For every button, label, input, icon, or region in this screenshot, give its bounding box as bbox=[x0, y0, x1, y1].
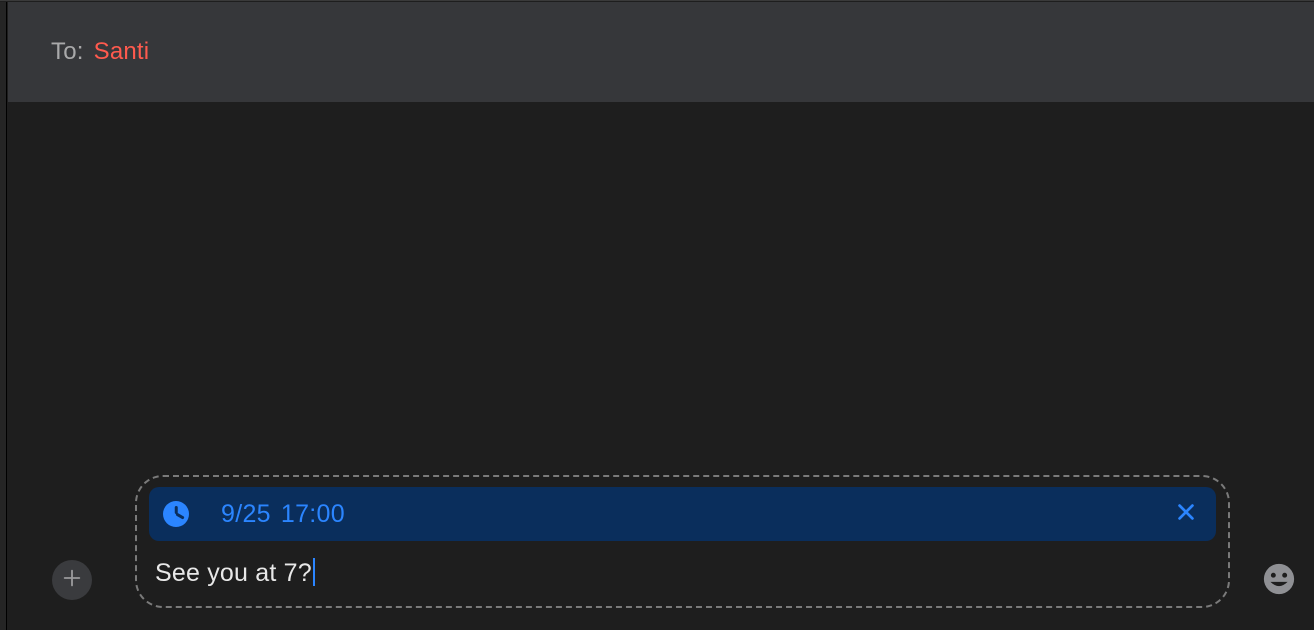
emoji-smile-icon bbox=[1262, 562, 1296, 601]
recipient-header: To: Santi bbox=[8, 2, 1314, 102]
compose-box[interactable]: 9/25 17:00 See you at 7? bbox=[135, 475, 1230, 608]
add-attachment-button[interactable] bbox=[52, 560, 92, 600]
clock-icon bbox=[163, 501, 189, 527]
plus-icon bbox=[61, 567, 83, 594]
schedule-date: 9/25 bbox=[221, 500, 271, 528]
schedule-datetime: 9/25 17:00 bbox=[221, 500, 345, 529]
recipient-name[interactable]: Santi bbox=[94, 38, 150, 66]
close-icon bbox=[1175, 501, 1197, 528]
conversation-area: 9/25 17:00 See you at 7? bbox=[8, 102, 1314, 630]
emoji-picker-button[interactable] bbox=[1260, 562, 1298, 600]
to-label: To: bbox=[51, 38, 84, 66]
schedule-time: 17:00 bbox=[281, 500, 345, 528]
message-input-row[interactable]: See you at 7? bbox=[149, 551, 1216, 594]
window-left-edge bbox=[0, 2, 7, 630]
dismiss-schedule-button[interactable] bbox=[1174, 502, 1198, 526]
message-input-text[interactable]: See you at 7? bbox=[155, 559, 312, 588]
text-cursor bbox=[313, 558, 315, 586]
schedule-send-chip[interactable]: 9/25 17:00 bbox=[149, 487, 1216, 541]
